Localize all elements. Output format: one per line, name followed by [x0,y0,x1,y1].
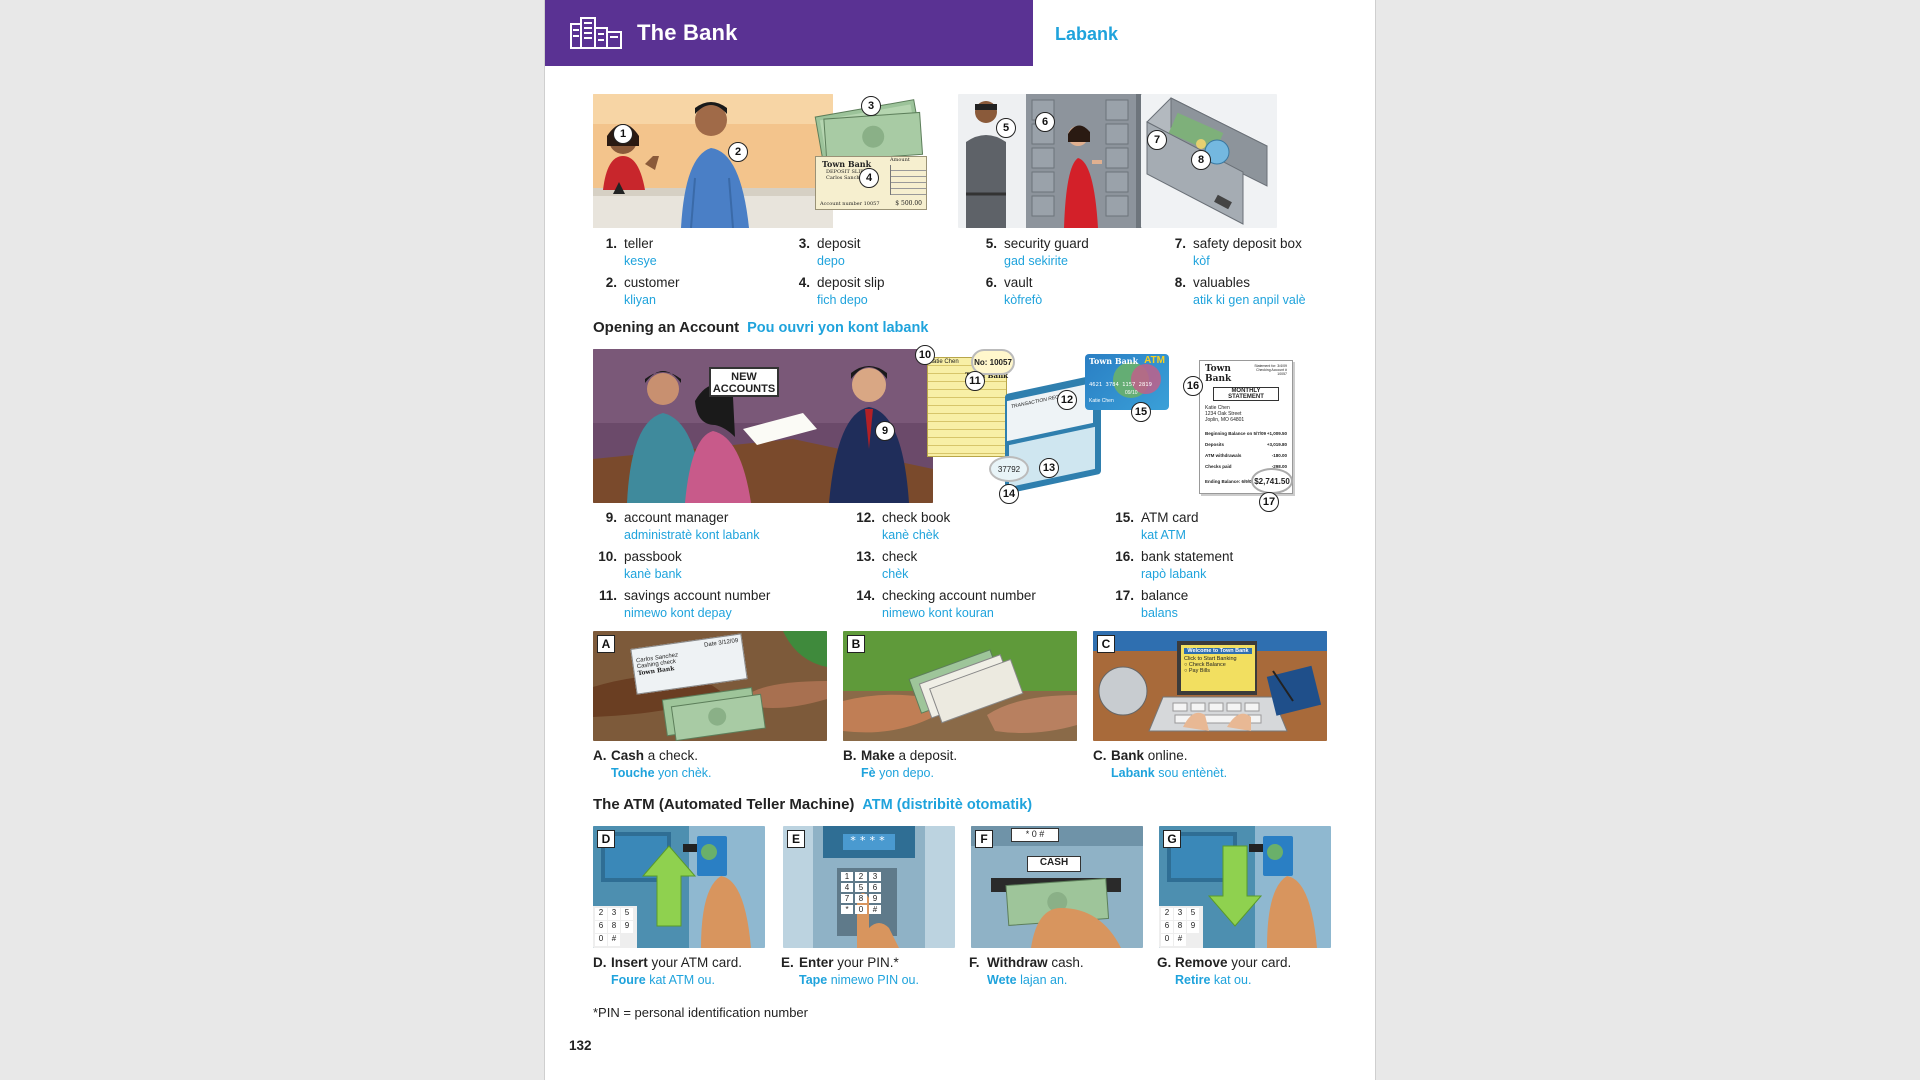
make-deposit-illustration: B [843,631,1077,741]
insert-card-illustration: 2 3 5 6 8 9 0 # D [593,826,765,948]
check-number-magnifier: 37792 [989,456,1029,482]
section-heading-opening-account: Opening an Account Pou ouvri yon kont lab… [593,319,929,336]
term-item: 9. account manager administratè kont laban… [605,510,760,542]
page-number: 132 [569,1038,592,1053]
header-bar: The Bank [545,0,1033,66]
teller-illustration: 1 2 [593,94,833,228]
online-banking-screen: Welcome to Town Bank Click to Start Bank… [1181,645,1255,691]
term-item: 8. valuables atik ki gen anpil valè [1174,275,1306,307]
term-item: 7. safety deposit box kòf [1174,236,1302,268]
withdraw-cash-illustration: * 0 # CASH F [971,826,1143,948]
term-item: 12. check book kanè chèk [856,510,951,542]
action-caption: G. Remove your card. Retire kat ou. [1157,955,1292,987]
term-item: 1. teller kesye [605,236,657,268]
term-item: 17. balance balans [1115,588,1189,620]
pin-keypad: 1 2 3 4 5 6 7 8 9 * 0 # [841,872,885,914]
bank-online-illustration: Welcome to Town Bank Click to Start Bank… [1093,631,1327,741]
term-item: 5. security guard gad sekirite [985,236,1089,268]
atm-star-key: * 0 # [1011,828,1059,842]
deposit-illustration: Town Bank DEPOSIT SLIP Carlos Sanchez Am… [811,94,927,228]
vault-illustration: 5 6 [958,94,1156,228]
new-accounts-sign: NEW ACCOUNTS [709,367,779,397]
action-caption: E. Enter your PIN.* Tape nimewo PIN ou. [781,955,919,987]
account-manager-illustration: NEW ACCOUNTS 9 [593,349,933,503]
term-item: 11. savings account number nimewo kont dep… [598,588,771,620]
term-item: 14. checking account number nimewo kont ko… [856,588,1036,620]
action-caption: A. Cash a check. Touche yon chèk. [593,748,712,780]
cash-slot-label: CASH [1027,856,1081,872]
term-item: 2. customer kliyan [605,275,680,307]
term-item: 16. bank statement rapò labank [1115,549,1234,581]
term-item: 15. ATM card kat ATM [1115,510,1199,542]
action-caption: C. Bank online. Labank sou entènèt. [1093,748,1228,780]
action-caption: D. Insert your ATM card. Foure kat ATM ou. [593,955,743,987]
textbook-page: The Bank Labank 1 2 Town Bank DEPOSIT SL… [544,0,1376,1080]
enter-pin-illustration: **** 1 2 3 4 5 6 7 8 9 * 0 # E [783,826,955,948]
term-item: 6. vault kòfrefò [985,275,1043,307]
term-item: 4. deposit slip fich depo [798,275,885,307]
balance-magnifier: $2,741.50 [1251,468,1293,494]
term-item: 10. passbook kanè bank [598,549,682,581]
term-item: 3. deposit depo [798,236,861,268]
page-title-haitian: Labank [1055,24,1119,44]
atm-card-illustration: Town Bank ATM 4621 3784 1157 2819 09/10 … [1077,352,1171,424]
atm-keypad: 2 3 5 6 8 9 0 # [593,906,637,948]
atm-keypad: 2 3 5 6 8 9 0 # [1159,906,1203,948]
bank-building-icon [570,17,622,49]
action-caption: B. Make a deposit. Fè yon depo. [843,748,958,780]
page-title: The Bank [637,20,738,45]
pin-footnote: *PIN = personal identification number [593,1005,808,1020]
remove-card-illustration: 2 3 5 6 8 9 0 # G [1159,826,1331,948]
safety-box-illustration: 7 8 [1141,94,1277,228]
bank-statement-illustration: Town Bank Statement for: 3/4/09 Checking … [1183,356,1295,512]
action-caption: F. Withdraw cash. Wete lajan an. [969,955,1084,987]
section-heading-atm: The ATM (Automated Teller Machine) ATM (d… [593,796,1033,813]
term-item: 13. check chèk [856,549,918,581]
cash-check-illustration: Date 3/12/09 Carlos Sanchez Cashing chec… [593,631,827,741]
pin-display: **** [843,834,895,850]
